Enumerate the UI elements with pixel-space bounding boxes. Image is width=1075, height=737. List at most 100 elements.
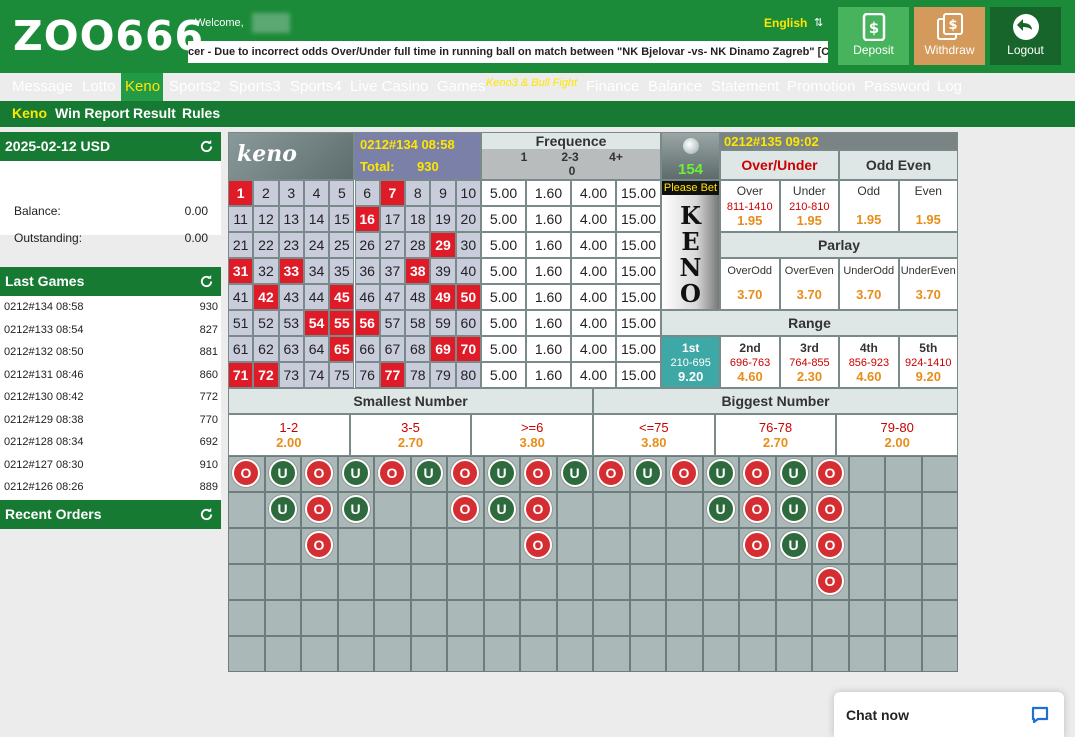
keno-number[interactable]: 1 [228, 180, 254, 206]
frequence-odds[interactable]: 4.00 [571, 336, 616, 362]
frequence-odds[interactable]: 4.00 [571, 180, 616, 206]
last-game-id[interactable]: 0212#129 08:38 [4, 414, 84, 426]
frequence-odds[interactable]: 4.00 [571, 258, 616, 284]
keno-number[interactable]: 59 [430, 310, 456, 336]
chat-icon[interactable] [1030, 705, 1050, 725]
keno-number[interactable]: 9 [430, 180, 456, 206]
size-bet[interactable]: 3-5 2.70 [349, 414, 472, 456]
nav-finance[interactable]: Finance [586, 78, 639, 95]
keno-number[interactable]: 60 [455, 310, 481, 336]
keno-number[interactable]: 47 [379, 284, 406, 310]
keno-number[interactable]: 39 [430, 258, 456, 284]
site-logo[interactable]: ZOO666 [13, 12, 204, 60]
chat-widget[interactable]: Chat now [834, 692, 1064, 737]
last-game-id[interactable]: 0212#131 08:46 [4, 369, 84, 381]
keno-number[interactable]: 40 [455, 258, 481, 284]
nav-sports4[interactable]: Sports4 [290, 78, 342, 95]
keno-number[interactable]: 76 [354, 362, 380, 388]
nav-keno[interactable]: Keno [125, 78, 160, 95]
frequence-odds[interactable]: 4.00 [571, 310, 616, 336]
keno-number[interactable]: 73 [278, 362, 304, 388]
keno-number[interactable]: 72 [253, 362, 279, 388]
keno-number[interactable]: 3 [278, 180, 304, 206]
parlay-underodd[interactable]: UnderOdd 3.70 [839, 258, 899, 310]
nav-live-casino[interactable]: Live Casino [350, 78, 428, 95]
range-2nd[interactable]: 2nd 696-763 4.60 [720, 336, 780, 388]
frequence-odds[interactable]: 15.00 [616, 232, 661, 258]
keno-number[interactable]: 52 [253, 310, 279, 336]
frequence-odds[interactable]: 1.60 [526, 206, 571, 232]
frequence-odds[interactable]: 1.60 [526, 180, 571, 206]
keno-number[interactable]: 16 [354, 206, 380, 232]
frequence-odds[interactable]: 5.00 [481, 310, 526, 336]
keno-number[interactable]: 18 [405, 206, 431, 232]
keno-number[interactable]: 32 [253, 258, 279, 284]
keno-number[interactable]: 5 [329, 180, 355, 206]
keno-number[interactable]: 20 [455, 206, 481, 232]
parlay-overodd[interactable]: OverOdd 3.70 [720, 258, 780, 310]
frequence-odds[interactable]: 15.00 [616, 258, 661, 284]
keno-number[interactable]: 24 [303, 232, 330, 258]
frequence-odds[interactable]: 15.00 [616, 336, 661, 362]
keno-number[interactable]: 79 [430, 362, 456, 388]
keno-number[interactable]: 35 [329, 258, 355, 284]
keno-number[interactable]: 34 [303, 258, 330, 284]
nav-message[interactable]: Message [12, 78, 73, 95]
frequence-odds[interactable]: 15.00 [616, 206, 661, 232]
frequence-odds[interactable]: 5.00 [481, 284, 526, 310]
deposit-button[interactable]: $ Deposit [838, 7, 909, 65]
frequence-odds[interactable]: 4.00 [571, 284, 616, 310]
keno-number[interactable]: 29 [430, 232, 456, 258]
keno-number[interactable]: 22 [253, 232, 279, 258]
parlay-undereven[interactable]: UnderEven 3.70 [898, 258, 958, 310]
last-game-id[interactable]: 0212#130 08:42 [4, 391, 84, 403]
keno-number[interactable]: 14 [303, 206, 330, 232]
keno-number[interactable]: 49 [430, 284, 456, 310]
frequence-odds[interactable]: 4.00 [571, 232, 616, 258]
keno-number[interactable]: 23 [278, 232, 304, 258]
frequence-odds[interactable]: 5.00 [481, 362, 526, 388]
keno-number[interactable]: 43 [278, 284, 304, 310]
subnav-rules[interactable]: Rules [182, 105, 220, 121]
nav-statement[interactable]: Statement [711, 78, 779, 95]
keno-number[interactable]: 70 [455, 336, 481, 362]
keno-number[interactable]: 68 [405, 336, 431, 362]
keno-number[interactable]: 25 [329, 232, 355, 258]
subnav-win-report[interactable]: Win Report [55, 105, 130, 121]
keno-number[interactable]: 53 [278, 310, 304, 336]
please-bet-label[interactable]: Please Bet [662, 181, 719, 195]
frequence-odds[interactable]: 5.00 [481, 232, 526, 258]
frequence-odds[interactable]: 5.00 [481, 336, 526, 362]
frequence-odds[interactable]: 15.00 [616, 180, 661, 206]
range-1st[interactable]: 1st 210-695 9.20 [661, 336, 721, 388]
keno-number[interactable]: 74 [303, 362, 330, 388]
keno-number[interactable]: 30 [455, 232, 481, 258]
keno-number[interactable]: 38 [405, 258, 431, 284]
nav-log[interactable]: Log [937, 78, 962, 95]
keno-number[interactable]: 36 [354, 258, 380, 284]
keno-number[interactable]: 69 [430, 336, 456, 362]
range-4th[interactable]: 4th 856-923 4.60 [839, 336, 899, 388]
bet-over[interactable]: Over 811-1410 1.95 [720, 180, 780, 232]
bet-under[interactable]: Under 210-810 1.95 [779, 180, 839, 232]
bet-odd[interactable]: Odd 1.95 [839, 180, 899, 232]
keno-number[interactable]: 31 [228, 258, 254, 284]
keno-number[interactable]: 78 [405, 362, 431, 388]
parlay-overeven[interactable]: OverEven 3.70 [779, 258, 839, 310]
nav-password[interactable]: Password [864, 78, 930, 95]
nav-games[interactable]: Games [437, 78, 485, 95]
subnav-keno[interactable]: Keno [12, 105, 47, 121]
keno-number[interactable]: 7 [379, 180, 406, 206]
frequence-odds[interactable]: 4.00 [571, 362, 616, 388]
frequence-odds[interactable]: 5.00 [481, 180, 526, 206]
keno-number[interactable]: 33 [278, 258, 304, 284]
frequence-odds[interactable]: 4.00 [571, 206, 616, 232]
keno-number[interactable]: 4 [303, 180, 330, 206]
frequence-odds[interactable]: 1.60 [526, 232, 571, 258]
keno-number[interactable]: 75 [329, 362, 355, 388]
size-bet[interactable]: 1-2 2.00 [228, 414, 350, 456]
frequence-odds[interactable]: 15.00 [616, 310, 661, 336]
keno-number[interactable]: 62 [253, 336, 279, 362]
keno-number[interactable]: 37 [379, 258, 406, 284]
keno-number[interactable]: 12 [253, 206, 279, 232]
